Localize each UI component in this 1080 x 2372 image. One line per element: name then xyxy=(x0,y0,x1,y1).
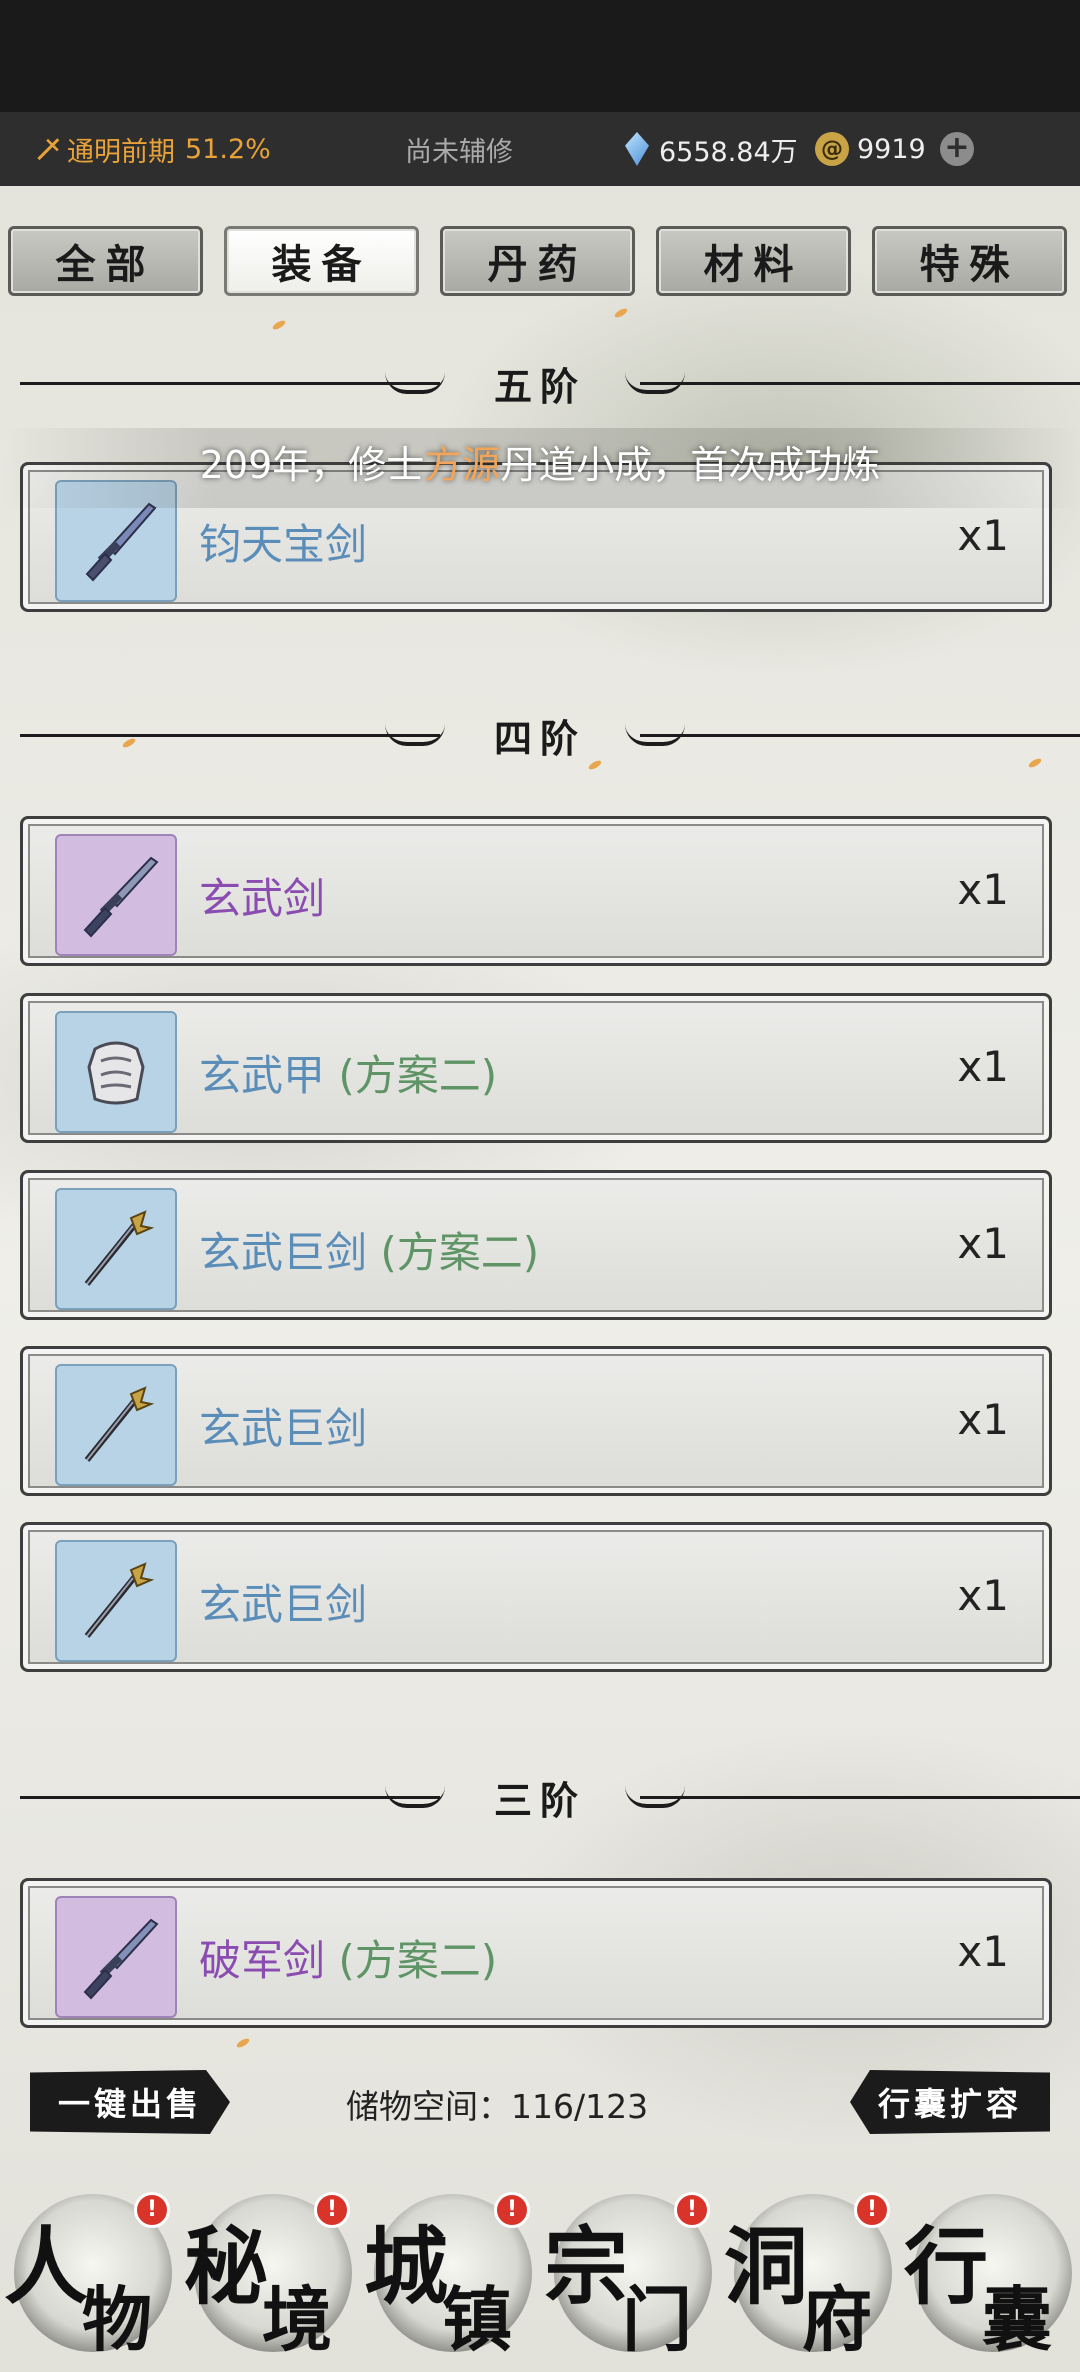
coin-icon: @ xyxy=(815,132,849,166)
item-variant: (方案二) xyxy=(380,1228,540,1277)
sword-icon xyxy=(83,1918,159,2000)
nav-bag[interactable]: 行 囊 xyxy=(900,2180,1080,2372)
tab-all[interactable]: 全部 xyxy=(8,226,203,296)
nav-character[interactable]: 人 物 ! xyxy=(0,2180,180,2372)
divider-line xyxy=(640,734,1080,737)
sell-all-button[interactable]: 一键出售 xyxy=(30,2070,230,2134)
tier-divider-3: 三阶 xyxy=(0,1772,1080,1823)
coin-amount: 9919 xyxy=(857,133,926,165)
status-bar: † 通明前期 51.2% 尚未辅修 6558.84万 @ 9919 + xyxy=(0,112,1080,186)
coin-balance: @ 9919 xyxy=(815,132,926,166)
item-row[interactable]: 玄武巨剑 x1 xyxy=(20,1522,1052,1672)
item-thumbnail xyxy=(55,1188,177,1310)
spirit-stone-balance: 6558.84万 xyxy=(625,130,798,169)
item-name: 玄武巨剑 (方案二) xyxy=(199,1228,540,1277)
realm-name: 通明前期 xyxy=(67,136,175,168)
spirit-stone-amount: 6558.84万 xyxy=(659,136,798,168)
tier-divider-4: 四阶 xyxy=(0,710,1080,761)
nav-town[interactable]: 城 镇 ! xyxy=(360,2180,540,2372)
divider-line xyxy=(20,382,440,385)
category-tabs: 全部 装备 丹药 材料 特殊 xyxy=(8,226,1072,296)
item-variant: (方案二) xyxy=(338,1051,498,1100)
item-thumbnail xyxy=(55,1364,177,1486)
nav-secret-realm[interactable]: 秘 境 ! xyxy=(180,2180,360,2372)
divider-flourish xyxy=(385,724,445,746)
item-name: 钧天宝剑 xyxy=(199,520,368,569)
divider-line xyxy=(640,382,1080,385)
item-quantity: x1 xyxy=(957,1571,1009,1620)
item-name: 玄武巨剑 xyxy=(199,1580,368,1629)
alert-badge: ! xyxy=(494,2192,530,2228)
nav-sect[interactable]: 宗 门 ! xyxy=(540,2180,720,2372)
tier-label: 五阶 xyxy=(493,363,586,409)
item-quantity: x1 xyxy=(957,1927,1009,1976)
tab-special[interactable]: 特殊 xyxy=(872,226,1067,296)
item-quantity: x1 xyxy=(957,1219,1009,1268)
item-thumbnail xyxy=(55,834,177,956)
item-row[interactable]: 玄武甲 (方案二) x1 xyxy=(20,993,1052,1143)
event-notice: 209年，修士方源丹道小成，首次成功炼 xyxy=(0,428,1080,508)
divider-flourish xyxy=(385,372,445,394)
item-thumbnail xyxy=(55,1540,177,1662)
assist-status[interactable]: 尚未辅修 xyxy=(405,130,513,169)
top-decoration xyxy=(0,0,1080,112)
tab-pills[interactable]: 丹药 xyxy=(440,226,635,296)
expand-bag-button[interactable]: 行囊扩容 xyxy=(850,2070,1050,2134)
greatsword-icon xyxy=(84,1210,155,1286)
notice-cultivator-name: 方源 xyxy=(424,443,501,487)
spirit-stone-icon xyxy=(625,132,649,166)
bottom-navigation: 人 物 ! 秘 境 ! 城 镇 ! 宗 门 ! 洞 府 ! 行 囊 xyxy=(0,2180,1080,2372)
add-currency-button[interactable]: + xyxy=(940,132,974,166)
armor-icon xyxy=(87,1041,145,1105)
tier-label: 四阶 xyxy=(493,715,586,761)
tab-materials[interactable]: 材料 xyxy=(656,226,851,296)
realm-progress: 51.2% xyxy=(185,133,271,165)
alert-badge: ! xyxy=(854,2192,890,2228)
item-quantity: x1 xyxy=(957,1395,1009,1444)
nav-cave-abode[interactable]: 洞 府 ! xyxy=(720,2180,900,2372)
cultivation-realm[interactable]: † 通明前期 51.2% xyxy=(28,129,271,169)
tab-equipment[interactable]: 装备 xyxy=(224,226,419,296)
alert-badge: ! xyxy=(134,2192,170,2228)
item-quantity: x1 xyxy=(957,865,1009,914)
bottom-action-bar: 一键出售 储物空间：116/123 行囊扩容 xyxy=(0,2070,1080,2138)
storage-capacity: 储物空间：116/123 xyxy=(346,2087,649,2126)
sword-icon xyxy=(83,856,159,938)
item-row[interactable]: 破军剑 (方案二) x1 xyxy=(20,1878,1052,2028)
tier-divider-5: 五阶 xyxy=(0,358,1080,409)
item-name: 玄武巨剑 xyxy=(199,1404,368,1453)
item-name: 破军剑 (方案二) xyxy=(199,1936,498,1985)
item-name: 玄武甲 (方案二) xyxy=(199,1051,498,1100)
item-quantity: x1 xyxy=(957,511,1009,560)
item-thumbnail xyxy=(55,1896,177,2018)
divider-flourish xyxy=(385,1786,445,1808)
item-row[interactable]: 玄武巨剑 (方案二) x1 xyxy=(20,1170,1052,1320)
item-quantity: x1 xyxy=(957,1042,1009,1091)
item-name: 玄武剑 xyxy=(199,874,326,923)
item-row[interactable]: 玄武巨剑 x1 xyxy=(20,1346,1052,1496)
divider-line xyxy=(20,734,440,737)
divider-line xyxy=(640,1796,1080,1799)
item-thumbnail xyxy=(55,1011,177,1133)
item-row[interactable]: 玄武剑 x1 xyxy=(20,816,1052,966)
sword-icon xyxy=(85,502,157,582)
greatsword-icon xyxy=(84,1562,155,1638)
tier-label: 三阶 xyxy=(493,1777,586,1823)
greatsword-icon xyxy=(84,1386,155,1462)
alert-badge: ! xyxy=(674,2192,710,2228)
divider-line xyxy=(20,1796,440,1799)
alert-badge: ! xyxy=(314,2192,350,2228)
sword-icon: † xyxy=(28,128,69,170)
item-variant: (方案二) xyxy=(338,1936,498,1985)
